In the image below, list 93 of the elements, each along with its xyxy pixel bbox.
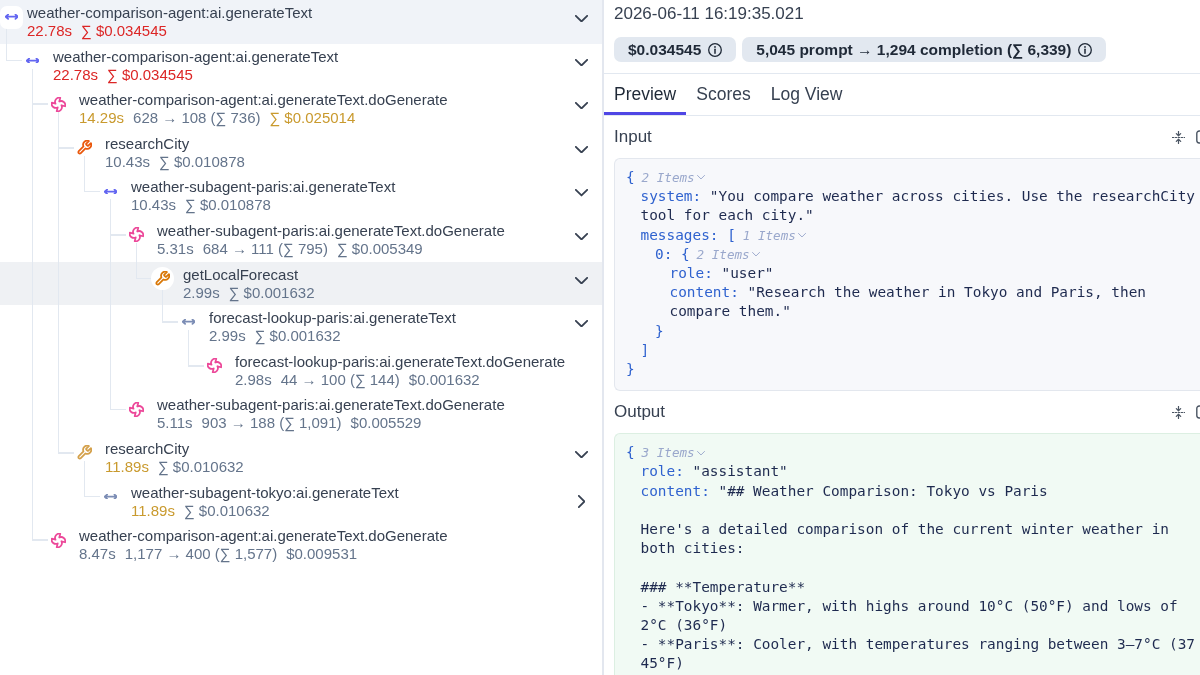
json-property: role: "assistant" xyxy=(640,462,789,482)
json-bracket: { xyxy=(626,443,635,463)
trace-row[interactable]: forecast-lookup-paris:ai.generateText 2.99s ∑ $0.001632 xyxy=(0,305,602,349)
json-property: role: "user" xyxy=(669,263,775,283)
chevron-down-icon[interactable] xyxy=(575,232,588,241)
trace-step-name: getLocalForecast xyxy=(183,265,299,284)
trace-row[interactable]: researchCity 11.89s ∑ $0.010632 xyxy=(0,435,602,480)
duration-text: 2.99s xyxy=(183,283,220,302)
trace-step-name: weather-comparison-agent:ai.generateText.doGenerate xyxy=(79,527,448,546)
trace-row[interactable]: weather-comparison-agent:ai.generateText 22.78s ∑ $0.034545 xyxy=(0,43,602,88)
token-usage-text: 684 → 111 (∑ 795) xyxy=(202,239,328,258)
trace-row[interactable]: weather-comparison-agent:ai.generateText.doGenerate 8.47s 1,177 → 400 (∑ 1,577) $0.009531 xyxy=(0,523,602,567)
chevron-down-icon[interactable] xyxy=(575,15,588,23)
cost-text: ∑ $0.010632 xyxy=(183,501,270,520)
tab[interactable]: Preview xyxy=(604,74,687,115)
trace-step-name: weather-subagent-tokyo:ai.generateText xyxy=(131,483,399,502)
trace-step-name: weather-subagent-paris:ai.generateText xyxy=(131,178,396,197)
trace-step-name: forecast-lookup-paris:ai.generateText.doGenerate xyxy=(235,352,566,371)
token-usage-text: 1,177 → 400 (∑ 1,577) xyxy=(124,545,278,564)
trace-step-name: weather-comparison-agent:ai.generateText xyxy=(27,4,313,22)
collapse-icon[interactable] xyxy=(1172,130,1185,144)
trace-row[interactable]: weather-comparison-agent:ai.generateText.doGenerate 14.29s 628 → 108 (∑ 736) ∑ $0.025014 xyxy=(0,87,602,131)
cost-text: $0.001632 xyxy=(408,370,480,389)
duration-text: 14.29s xyxy=(79,109,125,128)
trace-step-name: weather-subagent-paris:ai.generateText.doGenerate xyxy=(157,221,505,240)
chevron-right-icon[interactable] xyxy=(577,494,586,508)
token-usage-text: 628 → 108 (∑ 736) xyxy=(133,109,261,128)
timestamp: 2026-06-11 16:19:35.021 xyxy=(614,4,804,24)
trace-row[interactable]: forecast-lookup-paris:ai.generateText.doGenerate 2.98s 44 → 100 (∑ 144) $0.001632 xyxy=(0,348,602,393)
duration-text: 5.31s xyxy=(157,239,194,258)
cost-text: ∑ $0.001632 xyxy=(228,283,315,302)
cost-text: ∑ $0.001632 xyxy=(254,327,341,346)
info-icon[interactable] xyxy=(708,42,723,57)
tab[interactable]: Log View xyxy=(760,74,853,115)
duration-text: 10.43s xyxy=(131,196,177,215)
duration-text: 22.78s xyxy=(53,65,99,84)
section-title: Output xyxy=(614,402,666,423)
token-usage-value: 5,045 prompt → 1,294 completion (∑ 6,339) xyxy=(756,40,1072,59)
duration-text: 22.78s xyxy=(27,22,73,40)
trace-row[interactable]: getLocalForecast 2.99s ∑ $0.001632 xyxy=(0,261,602,306)
chevron-down-icon[interactable] xyxy=(575,450,588,459)
chevron-down-icon[interactable] xyxy=(575,58,588,66)
cost-text: ∑ $0.025014 xyxy=(269,109,356,128)
chevron-down-icon[interactable] xyxy=(575,276,588,284)
trace-row[interactable]: weather-comparison-agent:ai.generateText 22.78s ∑ $0.034545 xyxy=(0,0,602,44)
json-bracket: { xyxy=(681,244,690,264)
duration-text: 10.43s xyxy=(105,152,151,171)
duration-text: 5.11s xyxy=(157,414,193,433)
json-bracket: } xyxy=(655,322,664,339)
json-property: system: "You compare weather across cities. Use the researchCity tool for each city." xyxy=(640,187,1196,226)
cost-value: $0.034545 xyxy=(628,40,702,59)
json-key: 0: xyxy=(655,244,673,264)
info-icon[interactable] xyxy=(1078,42,1093,57)
cost-text: ∑ $0.034545 xyxy=(107,65,193,84)
cost-text: ∑ $0.010632 xyxy=(157,457,244,476)
json-bracket: { xyxy=(626,168,635,187)
tab[interactable]: Scores xyxy=(686,74,761,115)
cost-text: $0.005529 xyxy=(350,414,422,433)
json-bracket: [ xyxy=(727,225,736,245)
trace-row[interactable]: weather-subagent-paris:ai.generateText.doGenerate 5.31s 684 → 111 (∑ 795) ∑ $0.005349 xyxy=(0,217,602,262)
trace-step-name: weather-subagent-paris:ai.generateText.doGenerate xyxy=(157,396,505,415)
trace-row[interactable]: weather-subagent-paris:ai.generateText 10.43s ∑ $0.010878 xyxy=(0,174,602,218)
trace-step-name: weather-comparison-agent:ai.generateText xyxy=(53,47,339,66)
trace-step-name: researchCity xyxy=(105,134,190,153)
token-usage-text: 903 → 188 (∑ 1,091) xyxy=(201,414,342,433)
trace-step-name: researchCity xyxy=(105,439,190,458)
chevron-down-icon[interactable] xyxy=(575,145,588,154)
duration-text: 2.99s xyxy=(209,327,246,346)
trace-step-name: forecast-lookup-paris:ai.generateText xyxy=(209,309,456,328)
chevron-down-icon[interactable] xyxy=(575,320,588,328)
json-bracket: ] xyxy=(640,341,650,358)
collapse-icon[interactable] xyxy=(1172,405,1185,419)
cost-text: ∑ $0.005349 xyxy=(336,239,423,258)
chevron-down-icon[interactable] xyxy=(575,189,588,197)
json-key: messages: xyxy=(640,225,719,245)
json-property: content: "## Weather Comparison: Tokyo vs Paris Here's a detailed comparison of the current winter weather in both cities: ### **Temperature** - **Tokyo**: Warmer, with highs around 10°C (50°F) and lows of 2°C (36°F) - **Paris**: Cooler, with temperatures ranging between 3–7°C (37 45°F) xyxy=(640,481,1196,674)
duration-text: 11.89s xyxy=(105,457,149,476)
cost-text: ∑ $0.010878 xyxy=(159,152,245,171)
duration-text: 11.89s xyxy=(131,501,175,520)
duration-text: 2.98s xyxy=(235,370,272,389)
trace-row[interactable]: researchCity 10.43s ∑ $0.010878 xyxy=(0,130,602,175)
duration-text: 8.47s xyxy=(79,545,116,564)
cost-text: ∑ $0.010878 xyxy=(185,196,271,215)
trace-row[interactable]: weather-subagent-tokyo:ai.generateText 11.89s ∑ $0.010632 xyxy=(0,479,602,524)
section-title: Input xyxy=(614,127,652,147)
chevron-down-icon[interactable] xyxy=(575,102,588,110)
token-usage-text: 44 → 100 (∑ 144) xyxy=(280,370,400,389)
trace-row[interactable]: weather-subagent-paris:ai.generateText.doGenerate 5.11s 903 → 188 (∑ 1,091) $0.005529 xyxy=(0,392,602,436)
cost-text: ∑ $0.034545 xyxy=(81,22,167,40)
cost-text: $0.009531 xyxy=(286,545,358,564)
trace-step-name: weather-comparison-agent:ai.generateText.doGenerate xyxy=(79,91,448,110)
json-property: content: "Research the weather in Tokyo and Paris, then compare them." xyxy=(669,283,1147,322)
json-bracket: } xyxy=(626,361,635,377)
